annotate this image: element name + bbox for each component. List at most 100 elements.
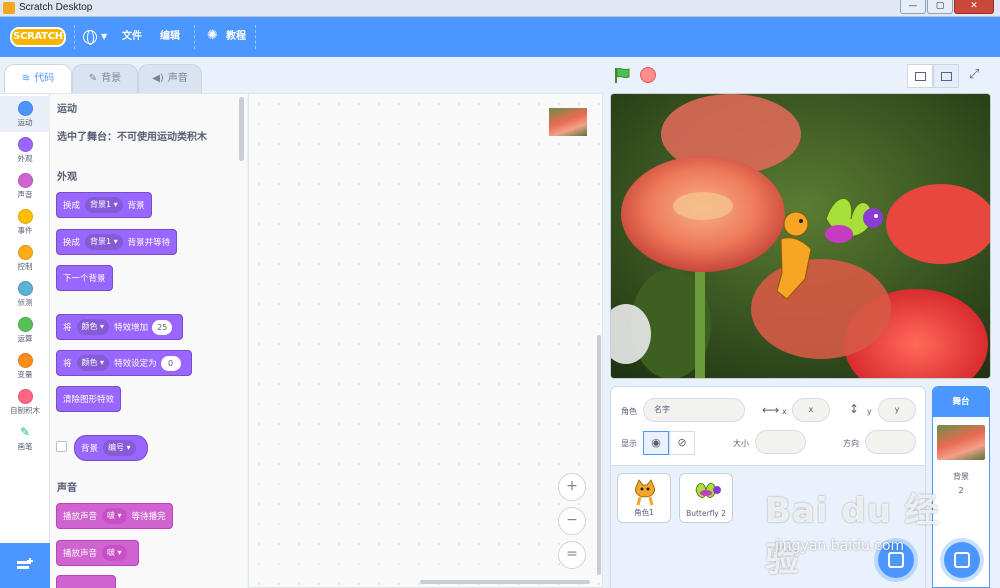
- category-looks[interactable]: 外观: [0, 132, 50, 168]
- effect-change-input[interactable]: 25: [152, 319, 173, 335]
- direction-label: 方向: [843, 439, 859, 448]
- category-dot: [17, 389, 33, 404]
- scratch-logo[interactable]: SCRATCH: [10, 27, 66, 47]
- sprite-tile-butterfly[interactable]: Butterfly 2: [679, 473, 733, 523]
- zoom-in-button[interactable]: +: [558, 473, 586, 501]
- workspace-vscrollbar[interactable]: [597, 335, 601, 575]
- block-play-sound-until-done[interactable]: 播放声音啵 ▾ 等待播完: [56, 503, 173, 529]
- backdrop-dropdown[interactable]: 背景1 ▾: [85, 234, 123, 250]
- category-dot: [17, 137, 33, 152]
- category-operators[interactable]: 运算: [0, 312, 50, 348]
- block-set-effect[interactable]: 将颜色 ▾ 特效设定为 0: [56, 350, 192, 376]
- fullscreen-icon: ⤢: [969, 67, 980, 82]
- code-workspace[interactable]: [248, 93, 603, 588]
- choose-sprite-button[interactable]: [878, 542, 914, 578]
- palette-scrollbar[interactable]: [239, 97, 244, 161]
- effect-dropdown[interactable]: 颜色 ▾: [76, 319, 110, 335]
- chevron-down-icon[interactable]: ▼: [101, 29, 107, 45]
- tab-backdrops[interactable]: ✎ 背景: [72, 64, 138, 94]
- x-input[interactable]: x: [792, 398, 830, 422]
- palette-section-motion: 运动: [57, 104, 77, 115]
- backdrop-dropdown[interactable]: 背景1 ▾: [85, 197, 123, 213]
- file-menu[interactable]: 文件: [122, 17, 142, 57]
- window-title: Scratch Desktop: [19, 2, 93, 13]
- size-input[interactable]: [755, 430, 806, 454]
- effect-dropdown[interactable]: 颜色 ▾: [76, 355, 110, 371]
- block-change-effect[interactable]: 将颜色 ▾ 特效增加 25: [56, 314, 184, 340]
- close-button[interactable]: ✕: [954, 0, 994, 14]
- maximize-button[interactable]: ▢: [927, 0, 953, 14]
- eye-icon: ◉: [651, 436, 661, 449]
- green-flag-icon[interactable]: [613, 66, 631, 84]
- lightbulb-icon[interactable]: ✺: [207, 28, 218, 43]
- sprite-name-label: 角色: [621, 407, 637, 416]
- tab-sounds[interactable]: ◀) 声音: [138, 64, 202, 94]
- butterfly-sprite-thumbnail: [695, 483, 721, 498]
- x-label: x: [782, 407, 787, 416]
- tab-code[interactable]: ≋ 代码: [4, 64, 72, 95]
- small-stage-button[interactable]: [907, 64, 933, 88]
- sound-dropdown[interactable]: 啵 ▾: [102, 545, 127, 561]
- minimize-button[interactable]: —: [900, 0, 926, 14]
- effect-set-input[interactable]: 0: [160, 355, 181, 371]
- zoom-in-icon: +: [566, 478, 578, 494]
- x-arrows-icon: ⟷: [762, 403, 780, 417]
- fullscreen-button[interactable]: ⤢: [962, 64, 988, 88]
- stage-backdrop-image: [611, 94, 990, 378]
- palette-section-sound: 声音: [57, 483, 77, 494]
- edit-menu[interactable]: 编辑: [160, 17, 180, 57]
- stop-icon[interactable]: [640, 67, 656, 83]
- sprite-tile-cat[interactable]: 角色1: [617, 473, 671, 523]
- block-next-backdrop[interactable]: 下一个背景: [56, 265, 113, 291]
- target-thumbnail: [549, 108, 587, 136]
- backdrops-count: 2: [958, 486, 964, 495]
- choose-backdrop-button[interactable]: [944, 542, 980, 578]
- large-stage-button[interactable]: [933, 64, 959, 88]
- category-sensing[interactable]: 侦测: [0, 276, 50, 312]
- menu-separator: [74, 25, 75, 49]
- small-stage-icon: [915, 72, 926, 81]
- workspace-hscrollbar[interactable]: [420, 580, 590, 584]
- zoom-out-button[interactable]: −: [558, 507, 586, 535]
- block-sound-partial[interactable]: [56, 575, 116, 588]
- sprite-name-input[interactable]: 名字: [643, 398, 745, 422]
- menu-bar: SCRATCH ▼ 文件 编辑 ✺ 教程: [0, 17, 1000, 57]
- block-switch-backdrop-wait[interactable]: 换成 背景1 ▾ 背景并等待: [56, 229, 178, 255]
- globe-icon[interactable]: [83, 30, 97, 45]
- category-motion[interactable]: 运动: [0, 96, 50, 132]
- image-add-icon: [954, 552, 970, 568]
- show-sprite-button[interactable]: ◉: [643, 431, 669, 455]
- window-titlebar: Scratch Desktop — ▢ ✕: [0, 0, 1000, 17]
- direction-input[interactable]: [865, 430, 916, 454]
- block-switch-backdrop[interactable]: 换成 背景1 ▾ 背景: [56, 192, 152, 218]
- show-label: 显示: [621, 439, 637, 448]
- zoom-reset-button[interactable]: =: [558, 541, 586, 569]
- y-input[interactable]: y: [878, 398, 916, 422]
- category-my-blocks[interactable]: 自制积木: [0, 384, 50, 420]
- category-events[interactable]: 事件: [0, 204, 50, 240]
- block-start-sound[interactable]: 播放声音啵 ▾: [56, 540, 139, 566]
- size-label: 大小: [733, 439, 749, 448]
- y-label: y: [867, 407, 872, 416]
- cat-add-icon: [888, 552, 904, 568]
- y-arrows-icon: ↕: [849, 402, 860, 416]
- hide-sprite-button[interactable]: ⊘: [669, 431, 695, 455]
- block-palette: 运动 选中了舞台：不可使用运动类积木 外观 换成 背景1 ▾ 背景 换成 背景1 ▾ 背…: [50, 93, 247, 588]
- number-name-dropdown[interactable]: 编号 ▾: [103, 440, 136, 456]
- zoom-out-icon: −: [566, 512, 578, 528]
- scratch-app-icon: [3, 2, 15, 14]
- category-dot: [17, 101, 33, 116]
- stage-canvas[interactable]: [610, 93, 991, 379]
- add-extension-button[interactable]: [0, 543, 50, 588]
- reporter-checkbox[interactable]: [56, 441, 67, 452]
- tutorials-menu[interactable]: 教程: [226, 17, 246, 57]
- sound-dropdown[interactable]: 啵 ▾: [102, 508, 127, 524]
- block-backdrop-number[interactable]: 背景 编号 ▾: [74, 435, 148, 461]
- backdrops-label: 背景: [953, 472, 969, 481]
- category-dot: [17, 209, 33, 224]
- category-variables[interactable]: 变量: [0, 348, 50, 384]
- category-pen[interactable]: ✎ 画笔: [0, 420, 50, 456]
- category-sound[interactable]: 声音: [0, 168, 50, 204]
- category-control[interactable]: 控制: [0, 240, 50, 276]
- block-clear-effects[interactable]: 清除图形特效: [56, 386, 122, 412]
